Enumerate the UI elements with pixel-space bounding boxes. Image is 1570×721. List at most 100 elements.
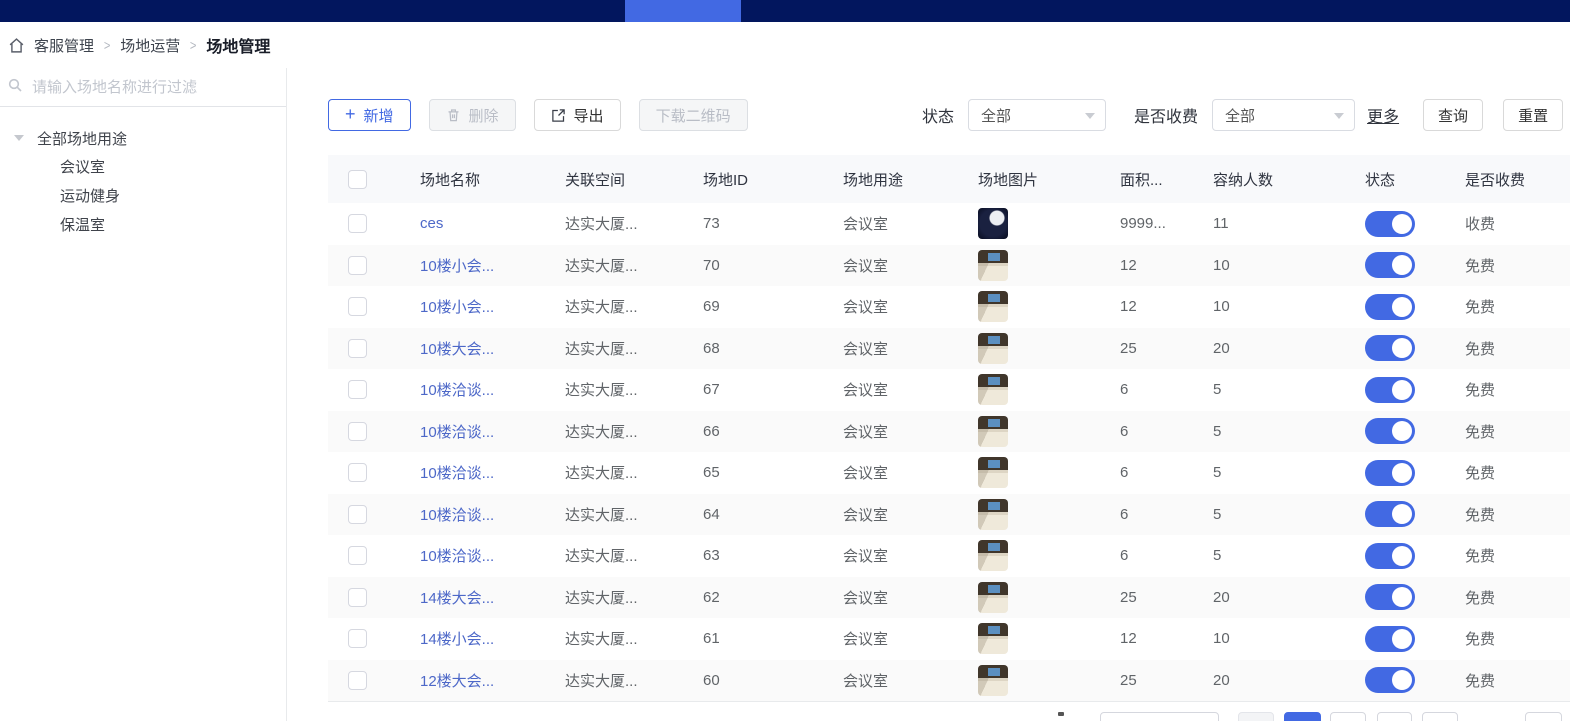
venue-image-thumbnail[interactable]	[978, 374, 1008, 405]
status-filter-select[interactable]: 全部	[968, 99, 1106, 131]
more-link[interactable]: 更多	[1367, 103, 1399, 127]
row-checkbox[interactable]	[348, 422, 367, 441]
table-row: 14楼大会... 达实大厦... 62 会议室 25 20 免费	[328, 577, 1570, 619]
venue-name-link[interactable]: 10楼大会...	[420, 341, 494, 358]
capacity-cell: 11	[1213, 203, 1365, 245]
status-toggle[interactable]	[1365, 584, 1415, 610]
venue-name-link[interactable]: 12楼大会...	[420, 673, 494, 690]
row-checkbox[interactable]	[348, 297, 367, 316]
venue-image-thumbnail[interactable]	[978, 499, 1008, 530]
venue-name-link[interactable]: 14楼小会...	[420, 631, 494, 648]
tree-item-fitness[interactable]: 运动健身	[0, 181, 286, 210]
venue-name-link[interactable]: ces	[420, 215, 443, 232]
venue-usage-cell: 会议室	[843, 660, 978, 702]
tree-root-label[interactable]: 全部场地用途	[37, 128, 127, 149]
row-checkbox[interactable]	[348, 629, 367, 648]
venue-name-link[interactable]: 10楼洽谈...	[420, 507, 494, 524]
venue-name-link[interactable]: 10楼洽谈...	[420, 382, 494, 399]
prev-page-button[interactable]	[1238, 712, 1274, 721]
reset-button[interactable]: 重置	[1503, 99, 1563, 131]
tree-root-all-usages[interactable]: 全部场地用途	[0, 124, 286, 152]
venue-image-thumbnail[interactable]	[978, 623, 1008, 654]
status-toggle[interactable]	[1365, 294, 1415, 320]
venue-name-link[interactable]: 10楼小会...	[420, 299, 494, 316]
status-toggle[interactable]	[1365, 418, 1415, 444]
row-checkbox[interactable]	[348, 505, 367, 524]
table-body: ces 达实大厦... 73 会议室 9999... 11 收费 10楼小会..…	[328, 203, 1570, 701]
linked-space-cell: 达实大厦...	[565, 618, 703, 660]
venue-id-cell: 70	[703, 245, 843, 287]
toggle-knob	[1392, 214, 1412, 234]
add-button[interactable]: + 新增	[328, 99, 411, 131]
export-icon	[551, 108, 566, 123]
venue-name-link[interactable]: 10楼小会...	[420, 258, 494, 275]
linked-space-cell: 达实大厦...	[565, 369, 703, 411]
caret-down-icon[interactable]	[14, 135, 24, 141]
fee-filter-select[interactable]: 全部	[1212, 99, 1355, 131]
home-icon[interactable]	[8, 37, 25, 54]
status-toggle[interactable]	[1365, 252, 1415, 278]
venue-image-thumbnail[interactable]	[978, 291, 1008, 322]
capacity-cell: 10	[1213, 618, 1365, 660]
filter-cluster: 状态 全部 是否收费 全部 更多 查询 重置	[922, 99, 1563, 131]
status-toggle[interactable]	[1365, 377, 1415, 403]
tree-item-warm-room[interactable]: 保温室	[0, 210, 286, 239]
status-toggle[interactable]	[1365, 335, 1415, 361]
page-button[interactable]	[1377, 712, 1412, 721]
venue-image-thumbnail[interactable]	[978, 665, 1008, 696]
status-toggle[interactable]	[1365, 543, 1415, 569]
download-qr-button[interactable]: 下载二维码	[639, 99, 748, 131]
fee-cell: 免费	[1465, 577, 1570, 619]
select-all-checkbox[interactable]	[348, 170, 367, 189]
row-checkbox[interactable]	[348, 380, 367, 399]
status-toggle[interactable]	[1365, 211, 1415, 237]
capacity-cell: 20	[1213, 328, 1365, 370]
row-checkbox[interactable]	[348, 256, 367, 275]
row-checkbox[interactable]	[348, 214, 367, 233]
next-page-button[interactable]	[1525, 712, 1562, 721]
status-toggle[interactable]	[1365, 626, 1415, 652]
venue-image-thumbnail[interactable]	[978, 416, 1008, 447]
status-toggle[interactable]	[1365, 501, 1415, 527]
export-button[interactable]: 导出	[534, 99, 621, 131]
query-button[interactable]: 查询	[1423, 99, 1483, 131]
export-button-label: 导出	[574, 105, 604, 126]
page-button[interactable]	[1330, 712, 1366, 721]
page-button-active[interactable]	[1284, 712, 1321, 721]
row-checkbox[interactable]	[348, 546, 367, 565]
area-cell: 12	[1120, 618, 1213, 660]
toggle-knob	[1392, 504, 1412, 524]
venue-image-thumbnail[interactable]	[978, 250, 1008, 281]
row-checkbox[interactable]	[348, 588, 367, 607]
page-button[interactable]	[1422, 712, 1458, 721]
row-checkbox[interactable]	[348, 671, 367, 690]
breadcrumb-item-customer-service[interactable]: 客服管理	[34, 35, 94, 56]
row-checkbox[interactable]	[348, 463, 367, 482]
total-count-text-clipped	[1058, 712, 1064, 716]
area-cell: 12	[1120, 286, 1213, 328]
venue-image-thumbnail[interactable]	[978, 208, 1008, 239]
page-size-select[interactable]	[1100, 712, 1219, 721]
venue-image-thumbnail[interactable]	[978, 582, 1008, 613]
venue-id-cell: 63	[703, 535, 843, 577]
area-cell: 6	[1120, 369, 1213, 411]
venue-image-thumbnail[interactable]	[978, 333, 1008, 364]
venue-usage-cell: 会议室	[843, 618, 978, 660]
venue-name-link[interactable]: 14楼大会...	[420, 590, 494, 607]
venue-image-thumbnail[interactable]	[978, 540, 1008, 571]
tree-item-meeting-room[interactable]: 会议室	[0, 152, 286, 181]
search-input[interactable]	[30, 78, 264, 97]
venue-image-thumbnail[interactable]	[978, 457, 1008, 488]
venue-filter-search[interactable]	[0, 68, 286, 107]
venue-name-link[interactable]: 10楼洽谈...	[420, 465, 494, 482]
status-toggle[interactable]	[1365, 460, 1415, 486]
row-checkbox[interactable]	[348, 339, 367, 358]
delete-button[interactable]: 删除	[429, 99, 516, 131]
fee-cell: 免费	[1465, 328, 1570, 370]
venue-name-link[interactable]: 10楼洽谈...	[420, 424, 494, 441]
venue-name-link[interactable]: 10楼洽谈...	[420, 548, 494, 565]
status-toggle[interactable]	[1365, 667, 1415, 693]
breadcrumb-item-venue-operation[interactable]: 场地运营	[120, 35, 180, 56]
area-cell: 25	[1120, 328, 1213, 370]
venue-id-cell: 62	[703, 577, 843, 619]
